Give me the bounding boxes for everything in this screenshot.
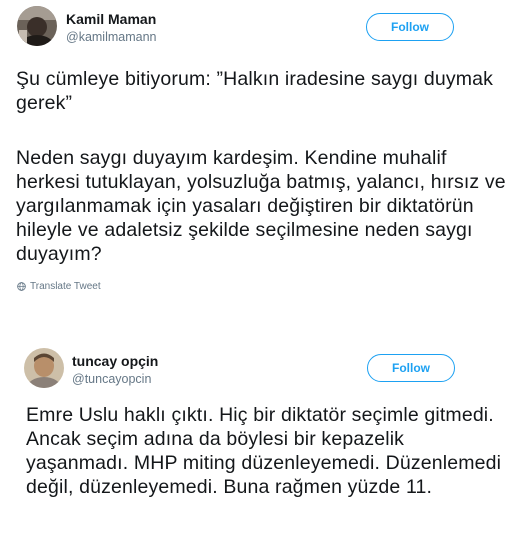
follow-button[interactable]: Follow [367,354,455,382]
tweet-2: tuncay opçin @tuncayopcin Follow Emre Us… [0,340,514,536]
tweet-text-paragraph: Emre Uslu haklı çıktı. Hiç bir diktatör … [26,404,502,498]
translate-tweet-link[interactable]: Translate Tweet [17,281,101,292]
globe-icon [17,282,26,291]
tweet-text-paragraph: Neden saygı duyayım kardeşim. Kendine mu… [16,147,506,265]
display-name[interactable]: Kamil Maman [66,11,156,27]
translate-label: Translate Tweet [30,281,101,292]
avatar[interactable] [17,6,57,46]
user-handle[interactable]: @kamilmamann [66,30,157,44]
tweet-1: Kamil Maman @kamilmamann Follow Şu cümle… [0,0,514,300]
avatar[interactable] [24,348,64,388]
follow-button[interactable]: Follow [366,13,454,41]
tweet-text-paragraph: Şu cümleye bitiyorum: ”Halkın iradesine … [16,68,494,114]
display-name[interactable]: tuncay opçin [72,353,158,369]
avatar-image [24,348,64,388]
user-handle[interactable]: @tuncayopcin [72,372,151,386]
avatar-image [17,6,57,46]
